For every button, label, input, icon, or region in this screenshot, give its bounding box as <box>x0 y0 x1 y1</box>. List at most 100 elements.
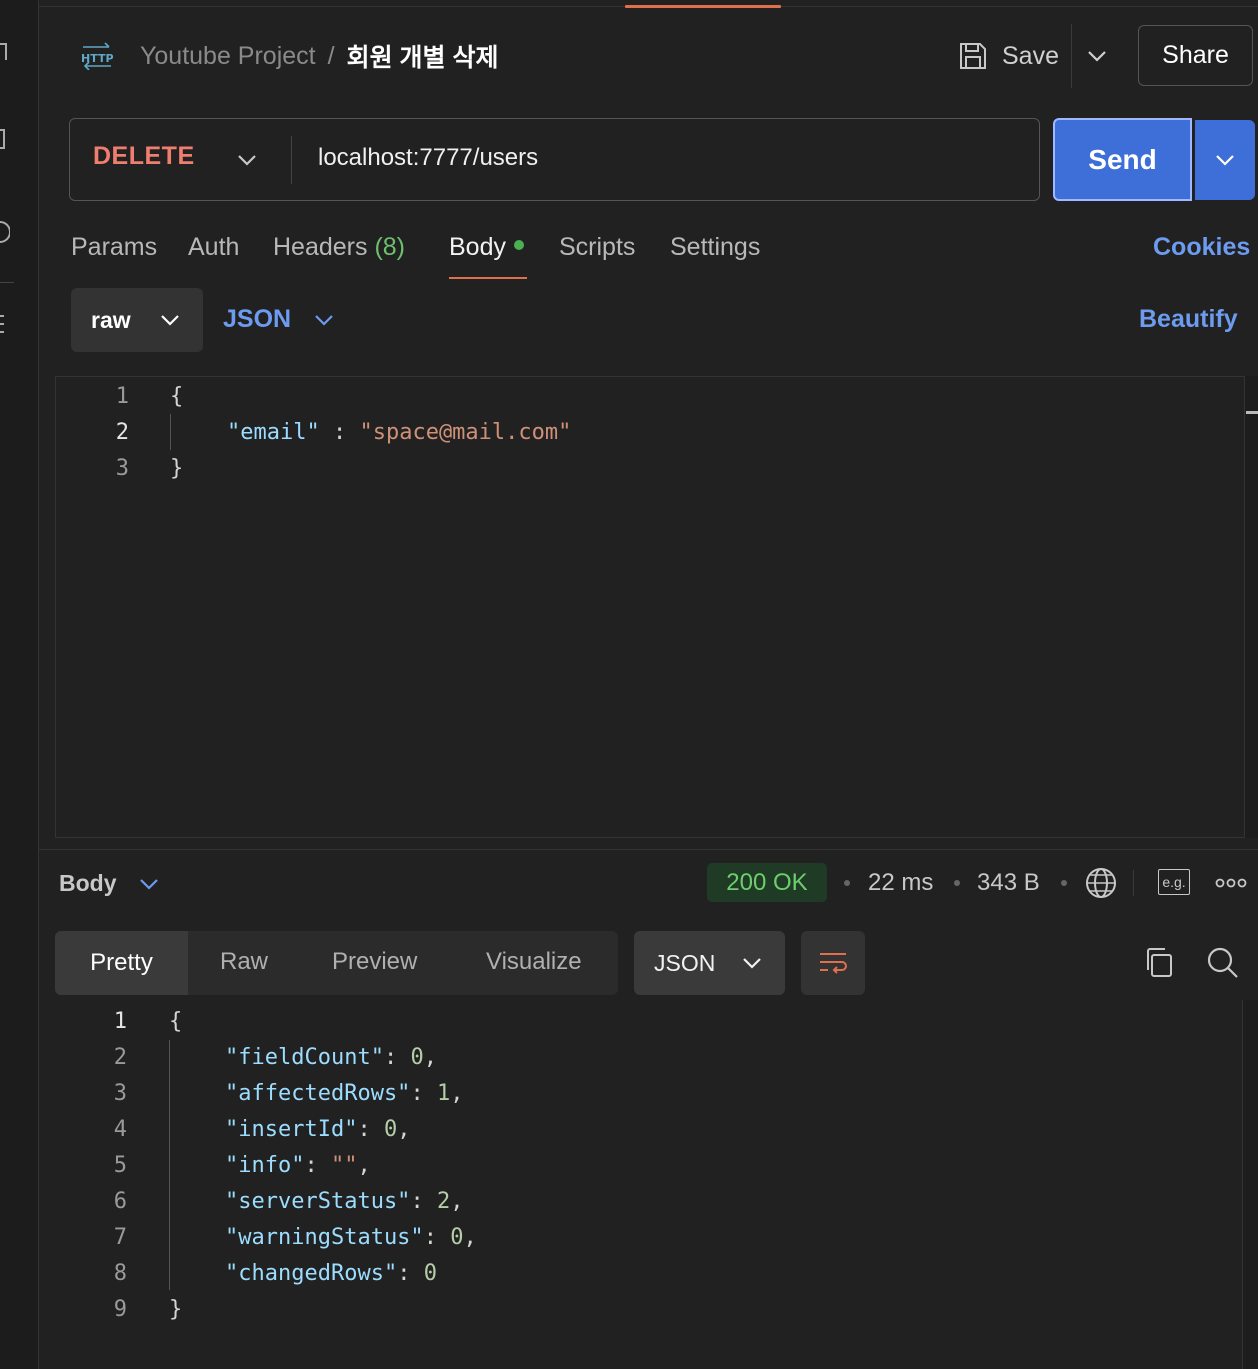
apis-icon[interactable] <box>0 312 10 336</box>
code-line: "serverStatus": 2, <box>225 1189 463 1214</box>
view-tab-pretty[interactable]: Pretty <box>55 931 188 995</box>
code-line: "changedRows": 0 <box>225 1261 437 1286</box>
tab-settings[interactable]: Settings <box>670 233 760 262</box>
beautify-button[interactable]: Beautify <box>1139 305 1238 334</box>
tab-auth[interactable]: Auth <box>188 233 239 262</box>
tab-body[interactable]: Body <box>449 233 524 262</box>
code-line: "insertId": 0, <box>225 1117 410 1142</box>
cookies-link[interactable]: Cookies <box>1153 233 1250 262</box>
line-number: 3 <box>115 456 129 481</box>
view-tab-preview[interactable]: Preview <box>332 948 417 976</box>
status-badge[interactable]: 200 OK <box>707 863 827 902</box>
json-colon: : <box>397 1261 424 1286</box>
globe-icon[interactable] <box>1084 866 1118 900</box>
send-chevron-down-icon <box>1216 155 1234 166</box>
json-key: "insertId" <box>225 1117 358 1142</box>
url-input[interactable]: localhost:7777/users <box>318 144 538 172</box>
response-size[interactable]: 343 B <box>977 869 1040 897</box>
tab-headers[interactable]: Headers (8) <box>273 233 405 262</box>
editor-scrollbar[interactable] <box>1244 376 1258 838</box>
line-number: 1 <box>113 1009 127 1034</box>
json-colon: : <box>410 1189 437 1214</box>
response-body-chevron-down-icon[interactable] <box>138 874 160 894</box>
environments-icon[interactable] <box>0 128 10 152</box>
json-number-value: 2 <box>436 1189 451 1214</box>
tab-headers-label: Headers <box>273 233 368 261</box>
save-example-icon[interactable]: e.g. <box>1158 869 1190 895</box>
share-button[interactable]: Share <box>1138 25 1253 86</box>
json-key: "affectedRows" <box>225 1081 411 1106</box>
search-icon[interactable] <box>1206 946 1240 980</box>
response-format-label: JSON <box>654 949 716 976</box>
history-icon[interactable] <box>0 220 10 244</box>
send-button[interactable]: Send <box>1053 118 1192 201</box>
breadcrumb-project[interactable]: Youtube Project <box>140 42 316 71</box>
body-language-chevron-down-icon[interactable] <box>313 310 335 330</box>
http-icon: HTTP <box>81 42 114 70</box>
svg-text:HTTP: HTTP <box>81 52 114 65</box>
send-options-button[interactable] <box>1195 120 1255 200</box>
body-mode-label: raw <box>91 306 131 333</box>
tab-scripts[interactable]: Scripts <box>559 233 635 262</box>
save-divider <box>1071 24 1072 88</box>
json-colon: : <box>319 420 360 445</box>
response-body-select[interactable]: Body <box>59 870 117 897</box>
meta-divider <box>1133 870 1134 896</box>
body-language-label: JSON <box>223 305 292 333</box>
json-comma: , <box>450 1081 464 1106</box>
meta-separator <box>844 880 850 886</box>
view-tab-raw[interactable]: Raw <box>220 948 268 976</box>
meta-separator <box>1061 880 1067 886</box>
code-brace-open: { <box>170 384 184 409</box>
tab-params[interactable]: Params <box>71 233 157 262</box>
save-button[interactable]: Save <box>958 34 1059 78</box>
response-format-select[interactable]: JSON <box>634 931 785 995</box>
editor-scroll-thumb[interactable] <box>1246 411 1258 414</box>
line-number: 5 <box>113 1153 127 1178</box>
json-comma: , <box>463 1225 477 1250</box>
save-icon <box>960 43 986 69</box>
wrap-lines-icon <box>820 953 847 974</box>
body-mode-select[interactable]: raw <box>71 288 203 352</box>
request-body-editor[interactable] <box>55 376 1245 838</box>
breadcrumb: Youtube Project / 회원 개별 삭제 <box>140 38 498 74</box>
breadcrumb-separator: / <box>327 41 335 70</box>
json-comma: , <box>450 1189 464 1214</box>
example-badge-label: e.g. <box>1162 874 1186 890</box>
method-chevron-down-icon[interactable] <box>236 150 258 170</box>
json-string-value: "space@mail.com" <box>359 420 572 445</box>
json-number-value: 1 <box>436 1081 451 1106</box>
headers-count-badge: (8) <box>374 233 406 261</box>
copy-icon[interactable] <box>1143 946 1175 980</box>
code-line: "info": "", <box>225 1153 371 1178</box>
line-number: 2 <box>115 420 129 445</box>
view-tab-visualize[interactable]: Visualize <box>486 948 582 976</box>
code-line: "email" : "space@mail.com" <box>227 420 571 445</box>
active-tab-underline <box>449 277 527 279</box>
json-number-value: 0 <box>383 1117 398 1142</box>
response-scrollbar[interactable] <box>1242 1000 1258 1369</box>
http-method-select[interactable]: DELETE <box>93 142 195 171</box>
response-time[interactable]: 22 ms <box>868 869 933 897</box>
code-line: "fieldCount": 0, <box>225 1045 437 1070</box>
line-number: 8 <box>113 1261 127 1286</box>
tab-auth-label: Auth <box>188 233 240 261</box>
save-options-chevron-down-icon[interactable] <box>1086 46 1108 66</box>
request-title[interactable]: 회원 개별 삭제 <box>347 38 499 74</box>
line-number: 4 <box>113 1117 127 1142</box>
json-key: "changedRows" <box>225 1261 398 1286</box>
json-key: "info" <box>225 1153 305 1178</box>
line-number: 6 <box>113 1189 127 1214</box>
more-options-icon[interactable] <box>1215 876 1247 890</box>
line-number: 9 <box>113 1297 127 1322</box>
line-number: 7 <box>113 1225 127 1250</box>
collections-icon[interactable] <box>0 40 10 64</box>
line-number: 2 <box>113 1045 127 1070</box>
code-brace-open: { <box>169 1009 183 1034</box>
body-language-select[interactable]: JSON <box>223 305 291 334</box>
code-brace-close: } <box>169 1297 183 1322</box>
json-comma: , <box>423 1045 437 1070</box>
indent-guide <box>169 1040 170 1290</box>
json-number-value: 0 <box>450 1225 464 1250</box>
wrap-lines-button[interactable] <box>801 931 865 995</box>
